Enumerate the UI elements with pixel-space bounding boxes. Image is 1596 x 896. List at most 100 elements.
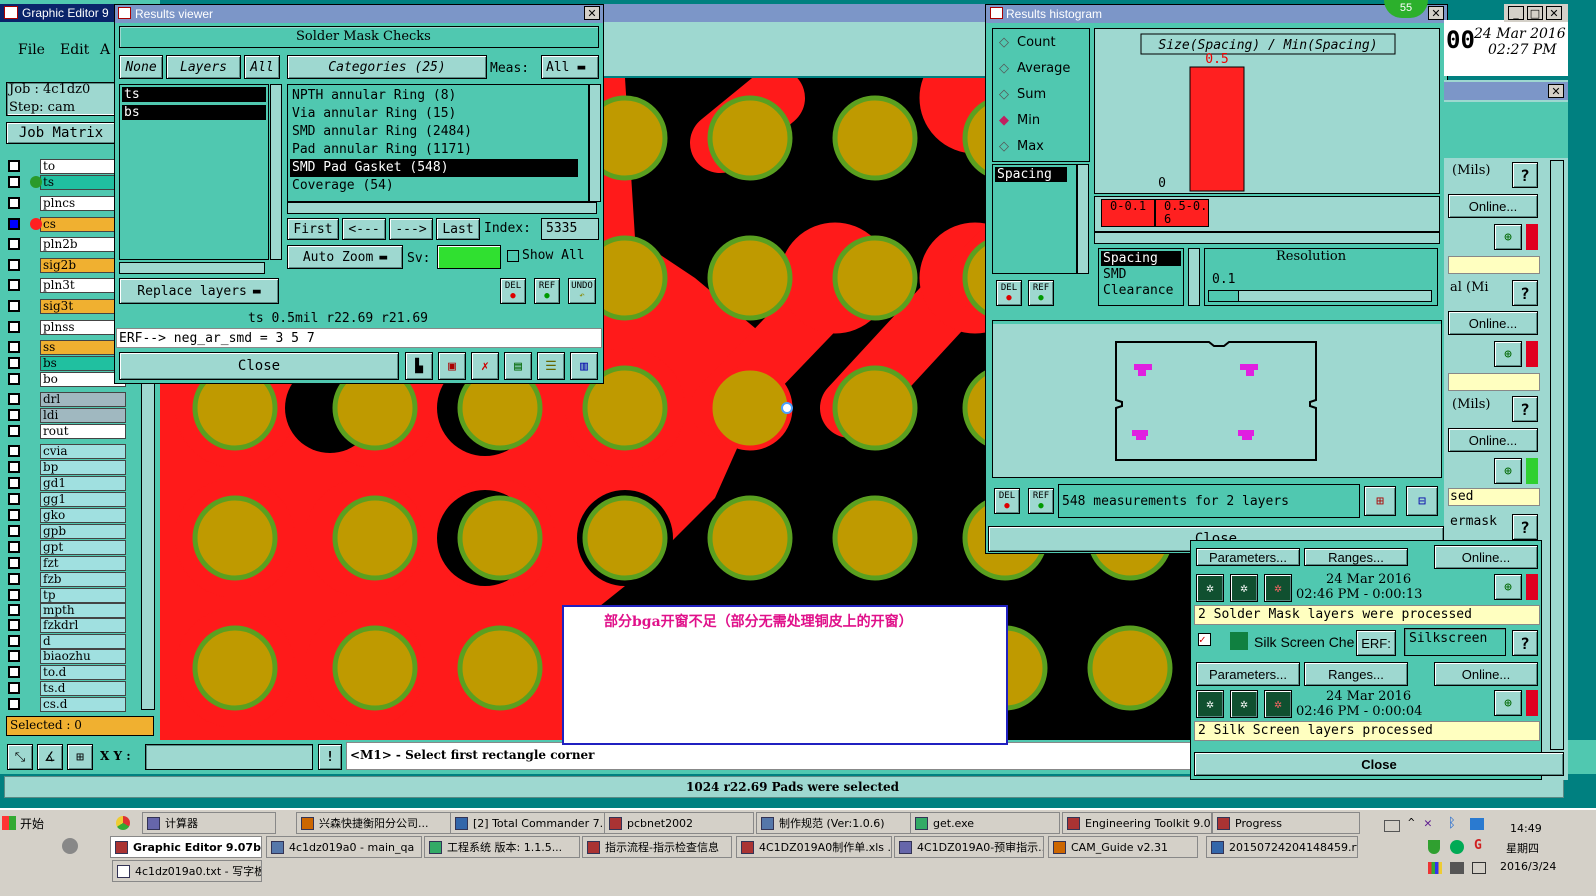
layer-name[interactable]: fzt [40, 555, 126, 571]
field-list-2-scroll[interactable] [1188, 248, 1200, 306]
zoom-check-icon-5[interactable]: ⊕ [1494, 690, 1522, 716]
layer-name[interactable]: cvia [40, 443, 126, 459]
bga-pad[interactable] [332, 495, 418, 581]
layer-checkbox[interactable] [8, 300, 20, 312]
layer-row[interactable]: rout [8, 423, 126, 439]
layer-list-hscroll[interactable] [119, 262, 265, 274]
layer-row[interactable]: ts [8, 174, 126, 190]
bga-pad[interactable] [707, 495, 793, 581]
last-button[interactable]: Last [436, 218, 480, 240]
layer-name[interactable]: ts.d [40, 680, 126, 696]
index-input[interactable]: 5335 [541, 218, 599, 240]
layer-row[interactable]: bo [8, 371, 126, 387]
layer-name[interactable]: gpb [40, 523, 126, 539]
alert-icon[interactable]: ! [318, 744, 342, 770]
tray-keyboard-icon[interactable] [1384, 820, 1400, 832]
layer-row[interactable]: gg1 [8, 491, 126, 507]
measure-tool-icon[interactable]: ∡ [37, 744, 63, 770]
stat-option[interactable]: ◆ Min [993, 107, 1089, 133]
field-list-item[interactable]: Spacing [995, 167, 1067, 182]
online-button-1[interactable]: Online... [1448, 194, 1538, 218]
layer-checkbox[interactable] [8, 461, 20, 473]
layer-checkbox[interactable] [8, 238, 20, 250]
bga-pad[interactable] [582, 495, 668, 581]
layer-row[interactable]: drl [8, 391, 126, 407]
menu-actions[interactable]: A [100, 42, 110, 58]
layer-checkbox[interactable] [8, 445, 20, 457]
layer-row[interactable]: pln2b [8, 236, 126, 252]
tray-network-icon[interactable] [1470, 818, 1484, 830]
tray-x-icon[interactable]: ✕ [1424, 816, 1432, 831]
layer-checkbox[interactable] [8, 425, 20, 437]
tray-bluetooth-icon[interactable]: ᛒ [1448, 816, 1456, 831]
silk-erf-field[interactable]: Silkscreen [1404, 628, 1506, 656]
undo-button[interactable]: UNDO ↶ [568, 278, 596, 304]
histogram-close-icon[interactable]: ✕ [1428, 6, 1444, 20]
layer-checkbox[interactable] [8, 409, 20, 421]
prev-button[interactable]: <--- [342, 218, 386, 240]
tray-shield-icon[interactable] [1428, 840, 1440, 854]
layer-row[interactable]: gpb [8, 523, 126, 539]
taskbar-item[interactable]: 计算器 [142, 812, 276, 834]
layer-name[interactable]: mpth [40, 602, 126, 618]
report-tool-icon[interactable]: ☰ [537, 352, 565, 380]
radio-icon[interactable]: ◇ [999, 61, 1009, 76]
taskbar-item[interactable]: Engineering Toolkit 9.0.... [1062, 812, 1212, 834]
layer-name[interactable]: to.d [40, 664, 126, 680]
layers-button[interactable]: Layers [166, 55, 241, 79]
layer-list-vscroll[interactable] [270, 84, 282, 260]
zoom-in-icon[interactable]: ⊞ [1364, 486, 1396, 516]
layer-checkbox[interactable] [8, 341, 20, 353]
stat-option[interactable]: ◇ Max [993, 133, 1089, 159]
layer-checkbox[interactable] [8, 357, 20, 369]
quicklaunch-chrome-icon[interactable] [116, 816, 130, 830]
layer-name[interactable]: drl [40, 391, 126, 407]
taskbar-item[interactable]: pcbnet2002 [604, 812, 754, 834]
radio-icon[interactable]: ◆ [999, 113, 1009, 128]
layer-name[interactable]: tp [40, 587, 126, 603]
bga-pad[interactable] [457, 495, 543, 581]
layer-row[interactable]: bs [8, 355, 126, 371]
category-item[interactable]: SMD annular Ring (2484) [290, 123, 578, 141]
histogram-bar[interactable] [1189, 66, 1245, 192]
view-tool-icon[interactable]: ▤ [504, 352, 532, 380]
bin-label[interactable]: 0.5-0.6 [1155, 199, 1209, 227]
run-icon-2b[interactable]: ✲ [1230, 690, 1258, 718]
grid-tool-icon[interactable]: ⊞ [67, 744, 93, 770]
field-list-2-item[interactable]: Clearance [1101, 283, 1181, 299]
first-button[interactable]: First [287, 218, 339, 240]
layer-checkbox[interactable] [8, 635, 20, 647]
layer-checkbox[interactable] [8, 666, 20, 678]
ranges-button-1[interactable]: Ranges... [1304, 548, 1408, 566]
help-button-2[interactable]: ? [1512, 280, 1538, 306]
zoom-check-icon-3[interactable]: ⊕ [1494, 458, 1522, 484]
show-all-checkbox[interactable] [507, 250, 519, 262]
ranges-button-2[interactable]: Ranges... [1304, 662, 1408, 686]
bga-pad[interactable] [1087, 625, 1173, 711]
run-icon-1c[interactable]: ✲ [1264, 574, 1292, 602]
taskbar-item[interactable]: 4C1DZ019A0-预审指示... [894, 836, 1044, 858]
minimize-icon[interactable]: _ [1508, 6, 1524, 20]
clear-tool-icon[interactable]: ✗ [471, 352, 499, 380]
hist-del2-button[interactable]: DEL ● [994, 488, 1020, 514]
category-item[interactable]: Via annular Ring (15) [290, 105, 578, 123]
layer-name[interactable]: d [40, 633, 126, 649]
auto-zoom-button[interactable]: Auto Zoom ▬ [287, 245, 403, 269]
taskbar-item[interactable]: 制作规范 (Ver:1.0.6) [756, 812, 912, 834]
bga-pad[interactable] [707, 95, 793, 181]
bga-pad[interactable] [192, 625, 278, 711]
bga-pad[interactable] [832, 235, 918, 321]
parameters-button-1[interactable]: Parameters... [1196, 548, 1300, 566]
taskbar-item[interactable]: 4c1dz019a0.txt - 写字板 [112, 860, 262, 882]
histogram-tool-icon[interactable]: ▥ [570, 352, 598, 380]
layer-row[interactable]: pln3t [8, 277, 126, 293]
run-icon-2c[interactable]: ✲ [1264, 690, 1292, 718]
layer-row[interactable]: gd1 [8, 475, 126, 491]
category-list-vscroll[interactable] [589, 84, 601, 202]
resolution-slider[interactable] [1208, 290, 1432, 302]
layer-checkbox[interactable] [8, 604, 20, 616]
layer-name[interactable]: ldi [40, 407, 126, 423]
radio-icon[interactable]: ◇ [999, 87, 1009, 102]
field-list-1[interactable]: Spacing [992, 164, 1077, 274]
tray-arrow-icon[interactable]: ^ [1408, 816, 1415, 829]
